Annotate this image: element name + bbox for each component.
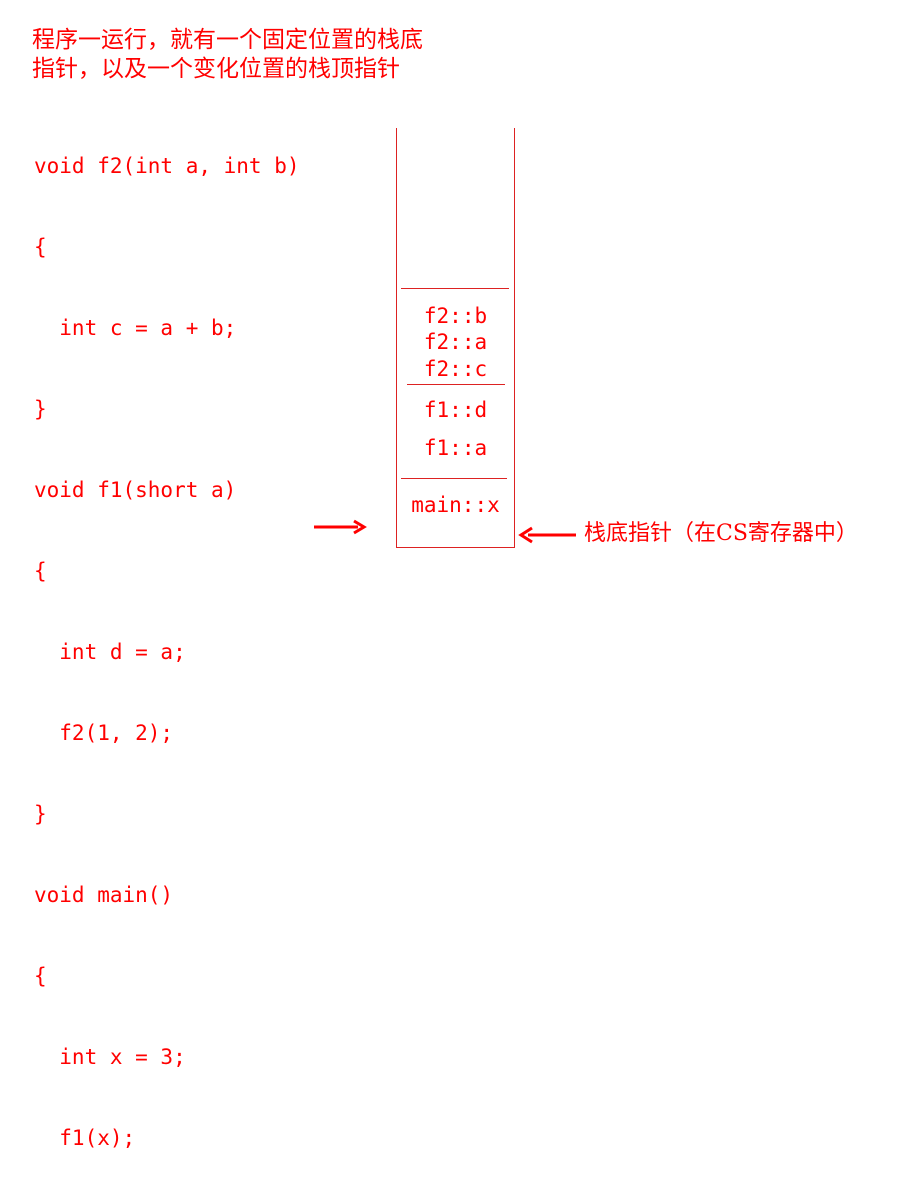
- code-line: {: [34, 964, 47, 988]
- code-line: void f1(short a): [34, 478, 237, 502]
- left-arrow-icon: [518, 526, 576, 544]
- stack-divider-f2-top: [401, 288, 509, 289]
- right-arrow-icon: [314, 519, 367, 535]
- code-line: }: [34, 397, 47, 421]
- stack-divider-f1-main: [401, 478, 507, 479]
- stack-slot-f2-a: f2::a: [423, 330, 488, 354]
- stack-slot-f2-c: f2::c: [423, 357, 488, 381]
- code-line: f2(1, 2);: [34, 721, 174, 745]
- code-line: int c = a + b;: [34, 316, 237, 340]
- code-line: int d = a;: [34, 640, 186, 664]
- stack-divider-f2-f1: [407, 384, 505, 385]
- code-line: {: [34, 559, 47, 583]
- code-line: void main(): [34, 883, 174, 907]
- stack-slot-f1-d: f1::d: [423, 398, 488, 422]
- stack-slot-f2-b: f2::b: [423, 304, 488, 328]
- code-line: void f2(int a, int b): [34, 154, 300, 178]
- code-line: }: [34, 802, 47, 826]
- base-pointer-label: 栈底指针（在CS寄存器中）: [584, 521, 858, 546]
- caption-line-2: 指针，以及一个变化位置的栈顶指针: [32, 56, 400, 82]
- stack-slot-main-x: main::x: [411, 493, 500, 517]
- stack-diagram: f2::b f2::a f2::c f1::d f1::a main::x: [396, 128, 515, 548]
- code-line: f1(x);: [34, 1126, 136, 1150]
- code-listing: void f2(int a, int b) { int c = a + b; }…: [34, 99, 300, 1200]
- stack-slot-f1-a: f1::a: [423, 436, 488, 460]
- code-line: int x = 3;: [34, 1045, 186, 1069]
- code-line: {: [34, 235, 47, 259]
- caption-line-1: 程序一运行，就有一个固定位置的栈底: [32, 27, 423, 53]
- caption: 程序一运行，就有一个固定位置的栈底 指针，以及一个变化位置的栈顶指针: [32, 26, 423, 84]
